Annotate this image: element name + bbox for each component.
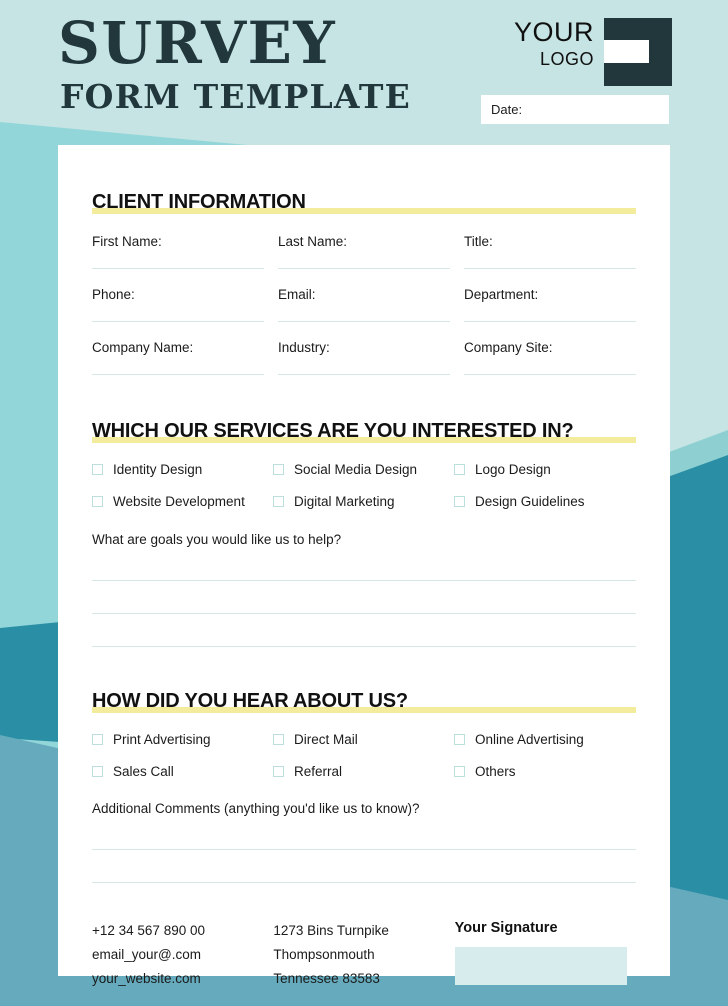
checkbox-item-social-media-design[interactable]: Social Media Design — [273, 462, 454, 477]
checkbox-icon[interactable] — [273, 496, 284, 507]
logo: YOUR LOGO — [500, 18, 672, 86]
services-open-question: What are goals you would like us to help… — [92, 532, 342, 547]
footer-signature-column: Your Signature — [454, 919, 636, 991]
checkbox-label: Logo Design — [475, 462, 551, 477]
checkbox-item-website-development[interactable]: Website Development — [92, 494, 273, 509]
form-card: CLIENT INFORMATION First Name: Last Name… — [58, 145, 670, 986]
field-label: Department: — [464, 287, 539, 302]
checkbox-label: Referral — [294, 764, 343, 779]
heading-text: WHICH OUR SERVICES ARE YOU INTERESTED IN… — [92, 420, 574, 442]
field-company-name[interactable]: Company Name: — [92, 340, 264, 375]
checkbox-icon[interactable] — [92, 766, 103, 777]
field-input-line[interactable] — [464, 374, 636, 375]
checkbox-label: Direct Mail — [294, 732, 358, 747]
field-input-line[interactable] — [278, 321, 450, 322]
date-label: Date: — [491, 102, 523, 117]
hear-about-us-options: Print Advertising Direct Mail Online Adv… — [92, 715, 636, 779]
field-industry[interactable]: Industry: — [278, 340, 450, 375]
field-label: Phone: — [92, 287, 135, 302]
title-block: SURVEY FORM TEMPLATE — [58, 14, 411, 114]
section-heading-client-information: CLIENT INFORMATION — [92, 190, 636, 216]
footer-address-column: 1273 Bins Turnpike Thompsonmouth Tenness… — [273, 919, 454, 991]
field-input-line[interactable] — [278, 374, 450, 375]
checkbox-item-digital-marketing[interactable]: Digital Marketing — [273, 494, 454, 509]
checkbox-label: Print Advertising — [113, 732, 211, 747]
checkbox-label: Sales Call — [113, 764, 174, 779]
checkbox-item-identity-design[interactable]: Identity Design — [92, 462, 273, 477]
hear-about-us-open-question: Additional Comments (anything you'd like… — [92, 801, 420, 816]
field-label: Email: — [278, 287, 316, 302]
field-label: Company Name: — [92, 340, 194, 355]
checkbox-item-sales-call[interactable]: Sales Call — [92, 764, 273, 779]
field-title[interactable]: Title: — [464, 234, 636, 269]
field-label: Industry: — [278, 340, 330, 355]
checkbox-item-direct-mail[interactable]: Direct Mail — [273, 732, 454, 747]
form-content: CLIENT INFORMATION First Name: Last Name… — [92, 145, 636, 991]
field-input-line[interactable] — [278, 268, 450, 269]
field-label: Company Site: — [464, 340, 553, 355]
checkbox-item-logo-design[interactable]: Logo Design — [454, 462, 635, 477]
address-state-zip: Tennessee 83583 — [273, 971, 380, 986]
checkbox-label: Others — [475, 764, 516, 779]
page-header: SURVEY FORM TEMPLATE YOUR LOGO Date: — [0, 0, 728, 145]
section-heading-hear-about-us: HOW DID YOU HEAR ABOUT US? — [92, 689, 636, 715]
form-footer: +12 34 567 890 00 email_your@.com your_w… — [92, 919, 636, 991]
field-input-line[interactable] — [464, 321, 636, 322]
field-input-line[interactable] — [92, 374, 264, 375]
section-heading-services: WHICH OUR SERVICES ARE YOU INTERESTED IN… — [92, 419, 636, 445]
checkbox-icon[interactable] — [454, 464, 465, 475]
checkbox-icon[interactable] — [92, 464, 103, 475]
contact-phone[interactable]: +12 34 567 890 00 — [92, 919, 273, 943]
checkbox-label: Design Guidelines — [475, 494, 585, 509]
field-phone[interactable]: Phone: — [92, 287, 264, 322]
date-field[interactable]: Date: — [481, 95, 669, 124]
field-input-line[interactable] — [464, 268, 636, 269]
field-label: Last Name: — [278, 234, 348, 249]
field-email[interactable]: Email: — [278, 287, 450, 322]
field-company-site[interactable]: Company Site: — [464, 340, 636, 375]
checkbox-icon[interactable] — [273, 766, 284, 777]
checkbox-label: Social Media Design — [294, 462, 418, 477]
checkbox-label: Website Development — [113, 494, 245, 509]
checkbox-item-referral[interactable]: Referral — [273, 764, 454, 779]
checkbox-icon[interactable] — [454, 766, 465, 777]
footer-contact-column: +12 34 567 890 00 email_your@.com your_w… — [92, 919, 273, 991]
field-department[interactable]: Department: — [464, 287, 636, 322]
checkbox-label: Digital Marketing — [294, 494, 395, 509]
contact-email[interactable]: email_your@.com — [92, 943, 273, 967]
contact-website[interactable]: your_website.com — [92, 967, 273, 991]
checkbox-icon[interactable] — [273, 464, 284, 475]
page-subtitle: FORM TEMPLATE — [60, 77, 411, 116]
logo-mark-icon — [604, 18, 672, 86]
checkbox-item-online-advertising[interactable]: Online Advertising — [454, 732, 635, 747]
heading-text: HOW DID YOU HEAR ABOUT US? — [92, 690, 408, 712]
checkbox-item-design-guidelines[interactable]: Design Guidelines — [454, 494, 635, 509]
checkbox-icon[interactable] — [454, 496, 465, 507]
field-input-line[interactable] — [92, 321, 264, 322]
address-street: 1273 Bins Turnpike — [273, 923, 389, 938]
heading-text: CLIENT INFORMATION — [92, 191, 306, 213]
logo-line-your: YOUR — [513, 17, 594, 47]
field-label: Title: — [464, 234, 493, 249]
client-information-fields: First Name: Last Name: Title: Phone: Ema… — [92, 216, 636, 375]
field-last-name[interactable]: Last Name: — [278, 234, 450, 269]
address-city: Thompsonmouth — [273, 947, 375, 962]
signature-title: Your Signature — [454, 920, 558, 936]
field-input-line[interactable] — [92, 268, 264, 269]
page-title: SURVEY — [58, 9, 337, 77]
checkbox-item-others[interactable]: Others — [454, 764, 635, 779]
logo-text: YOUR LOGO — [494, 17, 594, 70]
checkbox-item-print-advertising[interactable]: Print Advertising — [92, 732, 273, 747]
logo-line-logo: LOGO — [539, 49, 594, 69]
checkbox-icon[interactable] — [454, 734, 465, 745]
field-first-name[interactable]: First Name: — [92, 234, 264, 269]
checkbox-icon[interactable] — [92, 734, 103, 745]
field-label: First Name: — [92, 234, 162, 249]
checkbox-label: Identity Design — [113, 462, 203, 477]
checkbox-icon[interactable] — [273, 734, 284, 745]
checkbox-icon[interactable] — [92, 496, 103, 507]
checkbox-label: Online Advertising — [475, 732, 584, 747]
signature-box[interactable] — [454, 947, 627, 985]
services-options: Identity Design Social Media Design Logo… — [92, 445, 636, 509]
